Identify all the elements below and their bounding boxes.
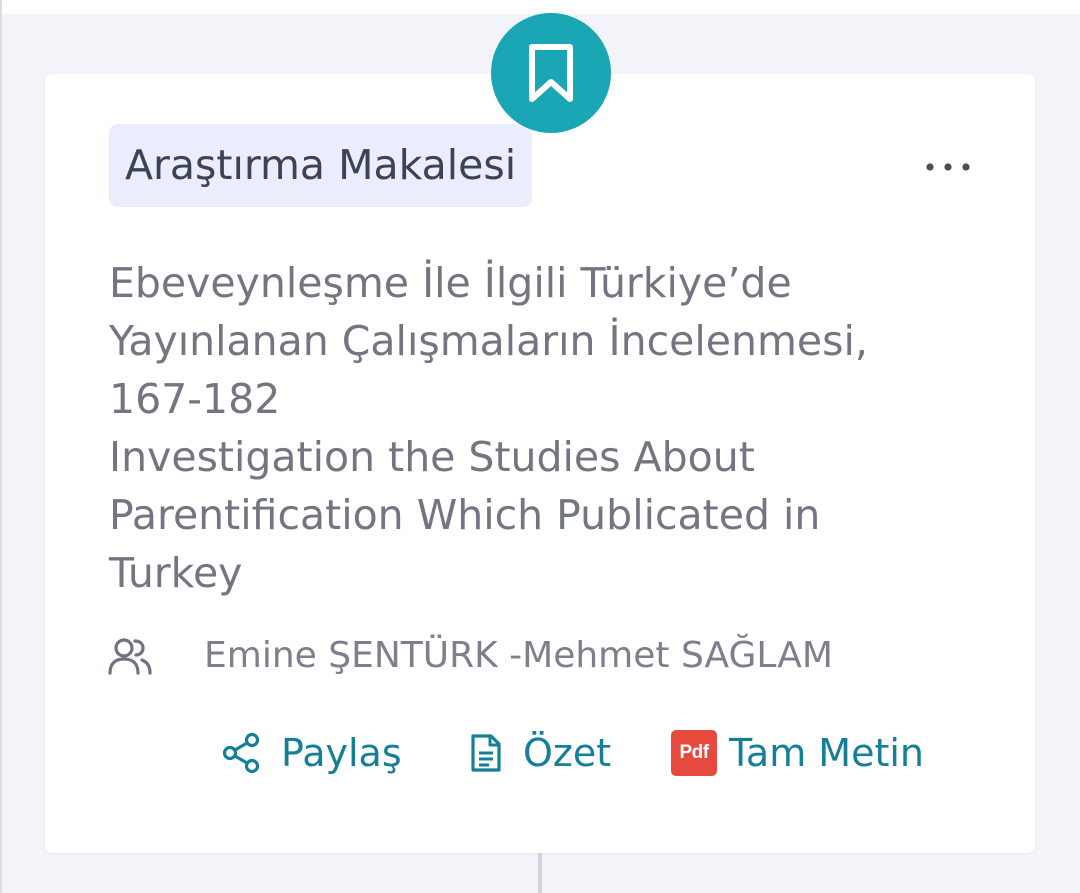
pdf-badge: Pdf xyxy=(671,730,717,776)
document-icon xyxy=(469,733,503,773)
article-title-link[interactable]: Ebeveynleşme İle İlgili Türkiye’de Yayın… xyxy=(109,254,969,602)
title-line-en-1: Investigation the Studies About xyxy=(109,433,755,481)
title-line-tr-2: Yayınlanan Çalışmaların İncelenmesi, xyxy=(109,317,868,365)
page-top-edge xyxy=(0,0,1080,14)
timeline-connector xyxy=(538,853,542,893)
share-link[interactable]: Paylaş xyxy=(221,722,402,784)
article-type-badge: Araştırma Makalesi xyxy=(109,124,533,207)
more-options-button[interactable] xyxy=(918,147,978,187)
bookmark-button[interactable] xyxy=(491,13,611,133)
share-icon xyxy=(221,732,261,774)
authors-icon-wrap xyxy=(107,628,153,684)
bookmark-icon xyxy=(529,44,573,102)
page-left-border xyxy=(0,0,2,893)
abstract-link[interactable]: Özet xyxy=(469,722,611,784)
share-label: Paylaş xyxy=(281,731,402,775)
title-line-en-2: Parentification Which Publicated in xyxy=(109,491,821,539)
title-line-tr-1: Ebeveynleşme İle İlgili Türkiye’de xyxy=(109,259,792,307)
title-line-en-3: Turkey xyxy=(109,549,243,597)
title-pages: 167-182 xyxy=(109,375,281,423)
pdf-icon: Pdf xyxy=(671,730,717,776)
fulltext-label: Tam Metin xyxy=(729,731,925,775)
more-horizontal-icon xyxy=(926,163,970,171)
authors-text: Emine ŞENTÜRK -Mehmet SAĞLAM xyxy=(204,635,833,676)
fulltext-link[interactable]: Pdf Tam Metin xyxy=(671,722,924,784)
abstract-label: Özet xyxy=(523,731,612,775)
users-icon xyxy=(108,638,152,675)
